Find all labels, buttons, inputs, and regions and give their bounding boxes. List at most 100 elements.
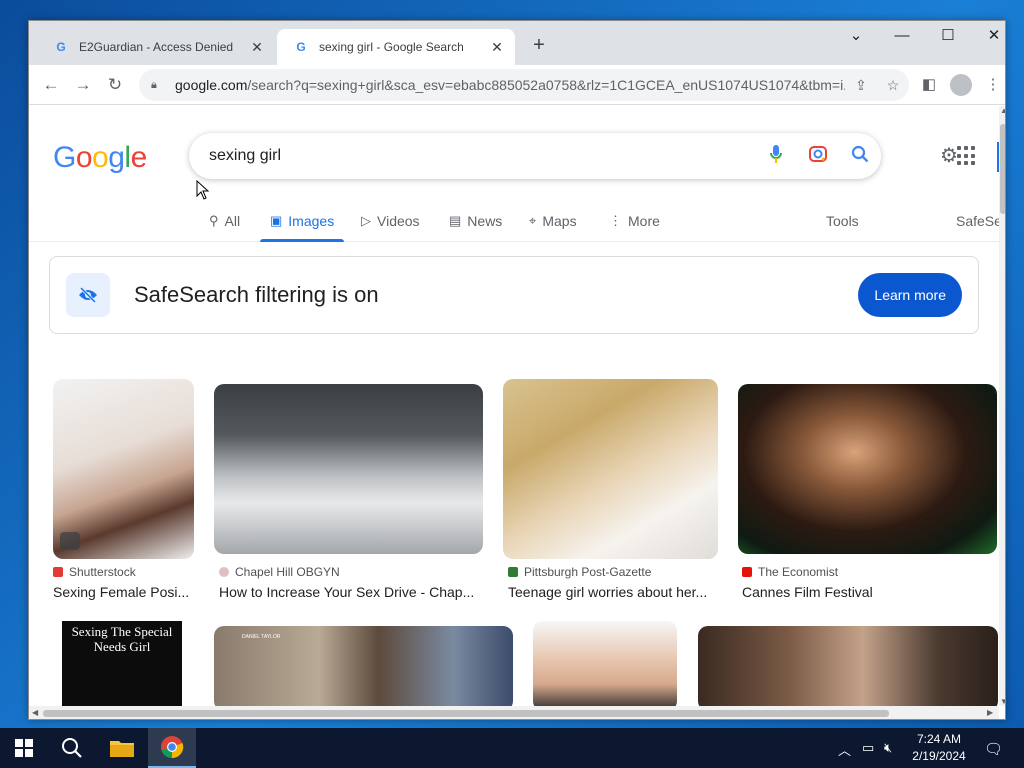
result-thumbnail[interactable] [214,384,483,554]
tab-strip: G E2Guardian - Access Denied ✕ G sexing … [29,21,1005,65]
forward-button[interactable]: → [71,73,95,97]
tab-videos[interactable]: ▷ Videos [361,202,420,240]
image-result[interactable] [698,626,998,706]
tab-google-search[interactable]: G sexing girl - Google Search ✕ [277,29,515,65]
new-tab-button[interactable]: + [527,33,551,57]
image-result[interactable]: Sexing The Special Needs Girl [62,621,182,706]
google-favicon-icon: G [296,40,306,54]
image-result[interactable]: The Economist Cannes Film Festival [738,384,998,604]
taskbar-search-button[interactable] [48,728,96,768]
logo-letter: o [75,141,93,174]
result-thumbnail[interactable] [698,626,998,706]
source-favicon-icon [508,567,518,577]
close-tab-icon[interactable]: ✕ [249,39,265,56]
search-icon: ⚲ [209,213,219,228]
close-window-button[interactable]: ✕ [971,21,1005,53]
taskbar: ︿ ▭ 🔇︎ 7:24 AM 2/19/2024 🗨︎ [0,728,1024,768]
network-icon[interactable]: ▭ [862,740,874,756]
scroll-up-arrow-icon[interactable]: ▲ [1000,106,1005,115]
learn-more-button[interactable]: Learn more [858,273,962,317]
folder-icon [110,741,134,757]
taskbar-clock[interactable]: 7:24 AM 2/19/2024 [904,731,974,765]
vertical-scrollbar[interactable]: ▲ ▼ [999,106,1005,706]
result-thumbnail[interactable]: Sexing The Special Needs Girl [62,621,182,706]
result-caption[interactable]: Sexing Female Posi... [53,584,197,600]
start-button[interactable] [0,728,48,768]
lens-camera-icon[interactable] [797,144,839,169]
result-thumbnail[interactable] [738,384,997,554]
side-panel-icon[interactable]: ◧ [917,73,941,97]
browser-window: G E2Guardian - Access Denied ✕ G sexing … [28,20,1006,720]
vertical-scroll-thumb[interactable] [1000,124,1005,214]
result-caption[interactable]: Cannes Film Festival [742,584,998,600]
image-icon: ▣ [270,213,283,228]
result-source[interactable]: Shutterstock [53,565,136,579]
scroll-left-arrow-icon[interactable]: ◀ [32,708,38,717]
source-favicon-icon [53,567,63,577]
safesearch-banner: SafeSearch filtering is on Learn more [49,256,979,334]
result-thumbnail[interactable] [503,379,718,559]
result-thumbnail[interactable] [53,379,194,559]
page-viewport: Google sexing girl ⚙ ⚲ All ▣ Images ▷ Video… [29,106,999,706]
eye-off-icon [66,273,110,317]
result-source[interactable]: Pittsburgh Post-Gazette [508,565,651,579]
safesearch-banner-text: SafeSearch filtering is on [134,282,379,307]
url-text: google.com/search?q=sexing+girl&sca_esv=… [175,77,845,93]
logo-letter: G [53,141,76,174]
apps-grid-icon[interactable] [957,146,977,166]
chrome-taskbar-button[interactable] [148,728,196,768]
result-thumbnail[interactable]: DANIEL TAYLOR [214,626,513,706]
maximize-button[interactable]: ☐ [925,21,971,53]
tab-search-chevron-icon[interactable]: ⌄ [833,21,879,53]
source-favicon-icon [742,567,752,577]
map-pin-icon: ⌖ [529,213,537,228]
video-icon: ▷ [361,213,371,228]
tools-button[interactable]: Tools [826,202,859,240]
tab-e2guardian[interactable]: G E2Guardian - Access Denied ✕ [37,29,275,65]
tab-more[interactable]: ⋮ More [609,202,660,240]
horizontal-scroll-thumb[interactable] [43,710,889,717]
tab-title: E2Guardian - Access Denied [79,40,234,54]
logo-letter: o [92,141,109,174]
result-caption[interactable]: How to Increase Your Sex Drive - Chap... [219,584,484,600]
notifications-icon[interactable]: 🗨︎ [984,740,1003,758]
back-button[interactable]: ← [39,73,63,97]
profile-avatar-icon[interactable] [950,74,972,96]
tab-news[interactable]: ▤ News [449,202,502,240]
file-explorer-button[interactable] [98,728,146,768]
result-thumbnail[interactable] [533,621,677,706]
search-query[interactable]: sexing girl [209,147,755,165]
tab-maps[interactable]: ⌖ Maps [529,202,577,240]
scroll-down-arrow-icon[interactable]: ▼ [1000,697,1005,706]
share-icon[interactable]: ⇪ [845,77,877,94]
image-result[interactable]: DANIEL TAYLOR [214,626,513,706]
minimize-button[interactable]: — [879,21,925,53]
search-nav-tabs: ⚲ All ▣ Images ▷ Videos ▤ News ⌖ Maps ⋮ More T… [29,202,999,242]
result-caption[interactable]: Teenage girl worries about her... [508,584,719,600]
tray-expand-chevron-icon[interactable]: ︿ [838,740,851,759]
image-badge-icon [60,532,80,550]
reload-button[interactable]: ↻ [103,73,127,97]
image-result[interactable]: Chapel Hill OBGYN How to Increase Your S… [214,384,484,604]
image-result[interactable]: Pittsburgh Post-Gazette Teenage girl wor… [503,379,719,604]
safesearch-button[interactable]: SafeSe [956,202,999,240]
bookmark-star-icon[interactable]: ☆ [877,77,909,94]
menu-kebab-icon[interactable]: ⋮ [981,73,1005,97]
scroll-right-arrow-icon[interactable]: ▶ [987,708,993,717]
address-bar[interactable]: 🔒︎ google.com/search?q=sexing+girl&sca_e… [139,69,909,101]
close-tab-icon[interactable]: ✕ [489,39,505,56]
search-icon[interactable] [839,145,881,168]
speaker-muted-icon[interactable]: 🔇︎ [884,740,892,756]
result-source[interactable]: The Economist [742,565,838,579]
image-result[interactable]: Shutterstock Sexing Female Posi... [53,379,197,604]
news-icon: ▤ [449,213,462,228]
search-box[interactable]: sexing girl [189,133,881,179]
tab-all[interactable]: ⚲ All [209,202,240,240]
microphone-icon[interactable] [755,144,797,169]
tab-images[interactable]: ▣ Images [259,202,345,242]
chrome-icon [161,736,184,759]
result-source[interactable]: Chapel Hill OBGYN [219,565,340,579]
google-logo[interactable]: Google [53,141,147,175]
image-result[interactable] [533,621,677,706]
horizontal-scrollbar[interactable]: ◀ ▶ [29,706,999,719]
